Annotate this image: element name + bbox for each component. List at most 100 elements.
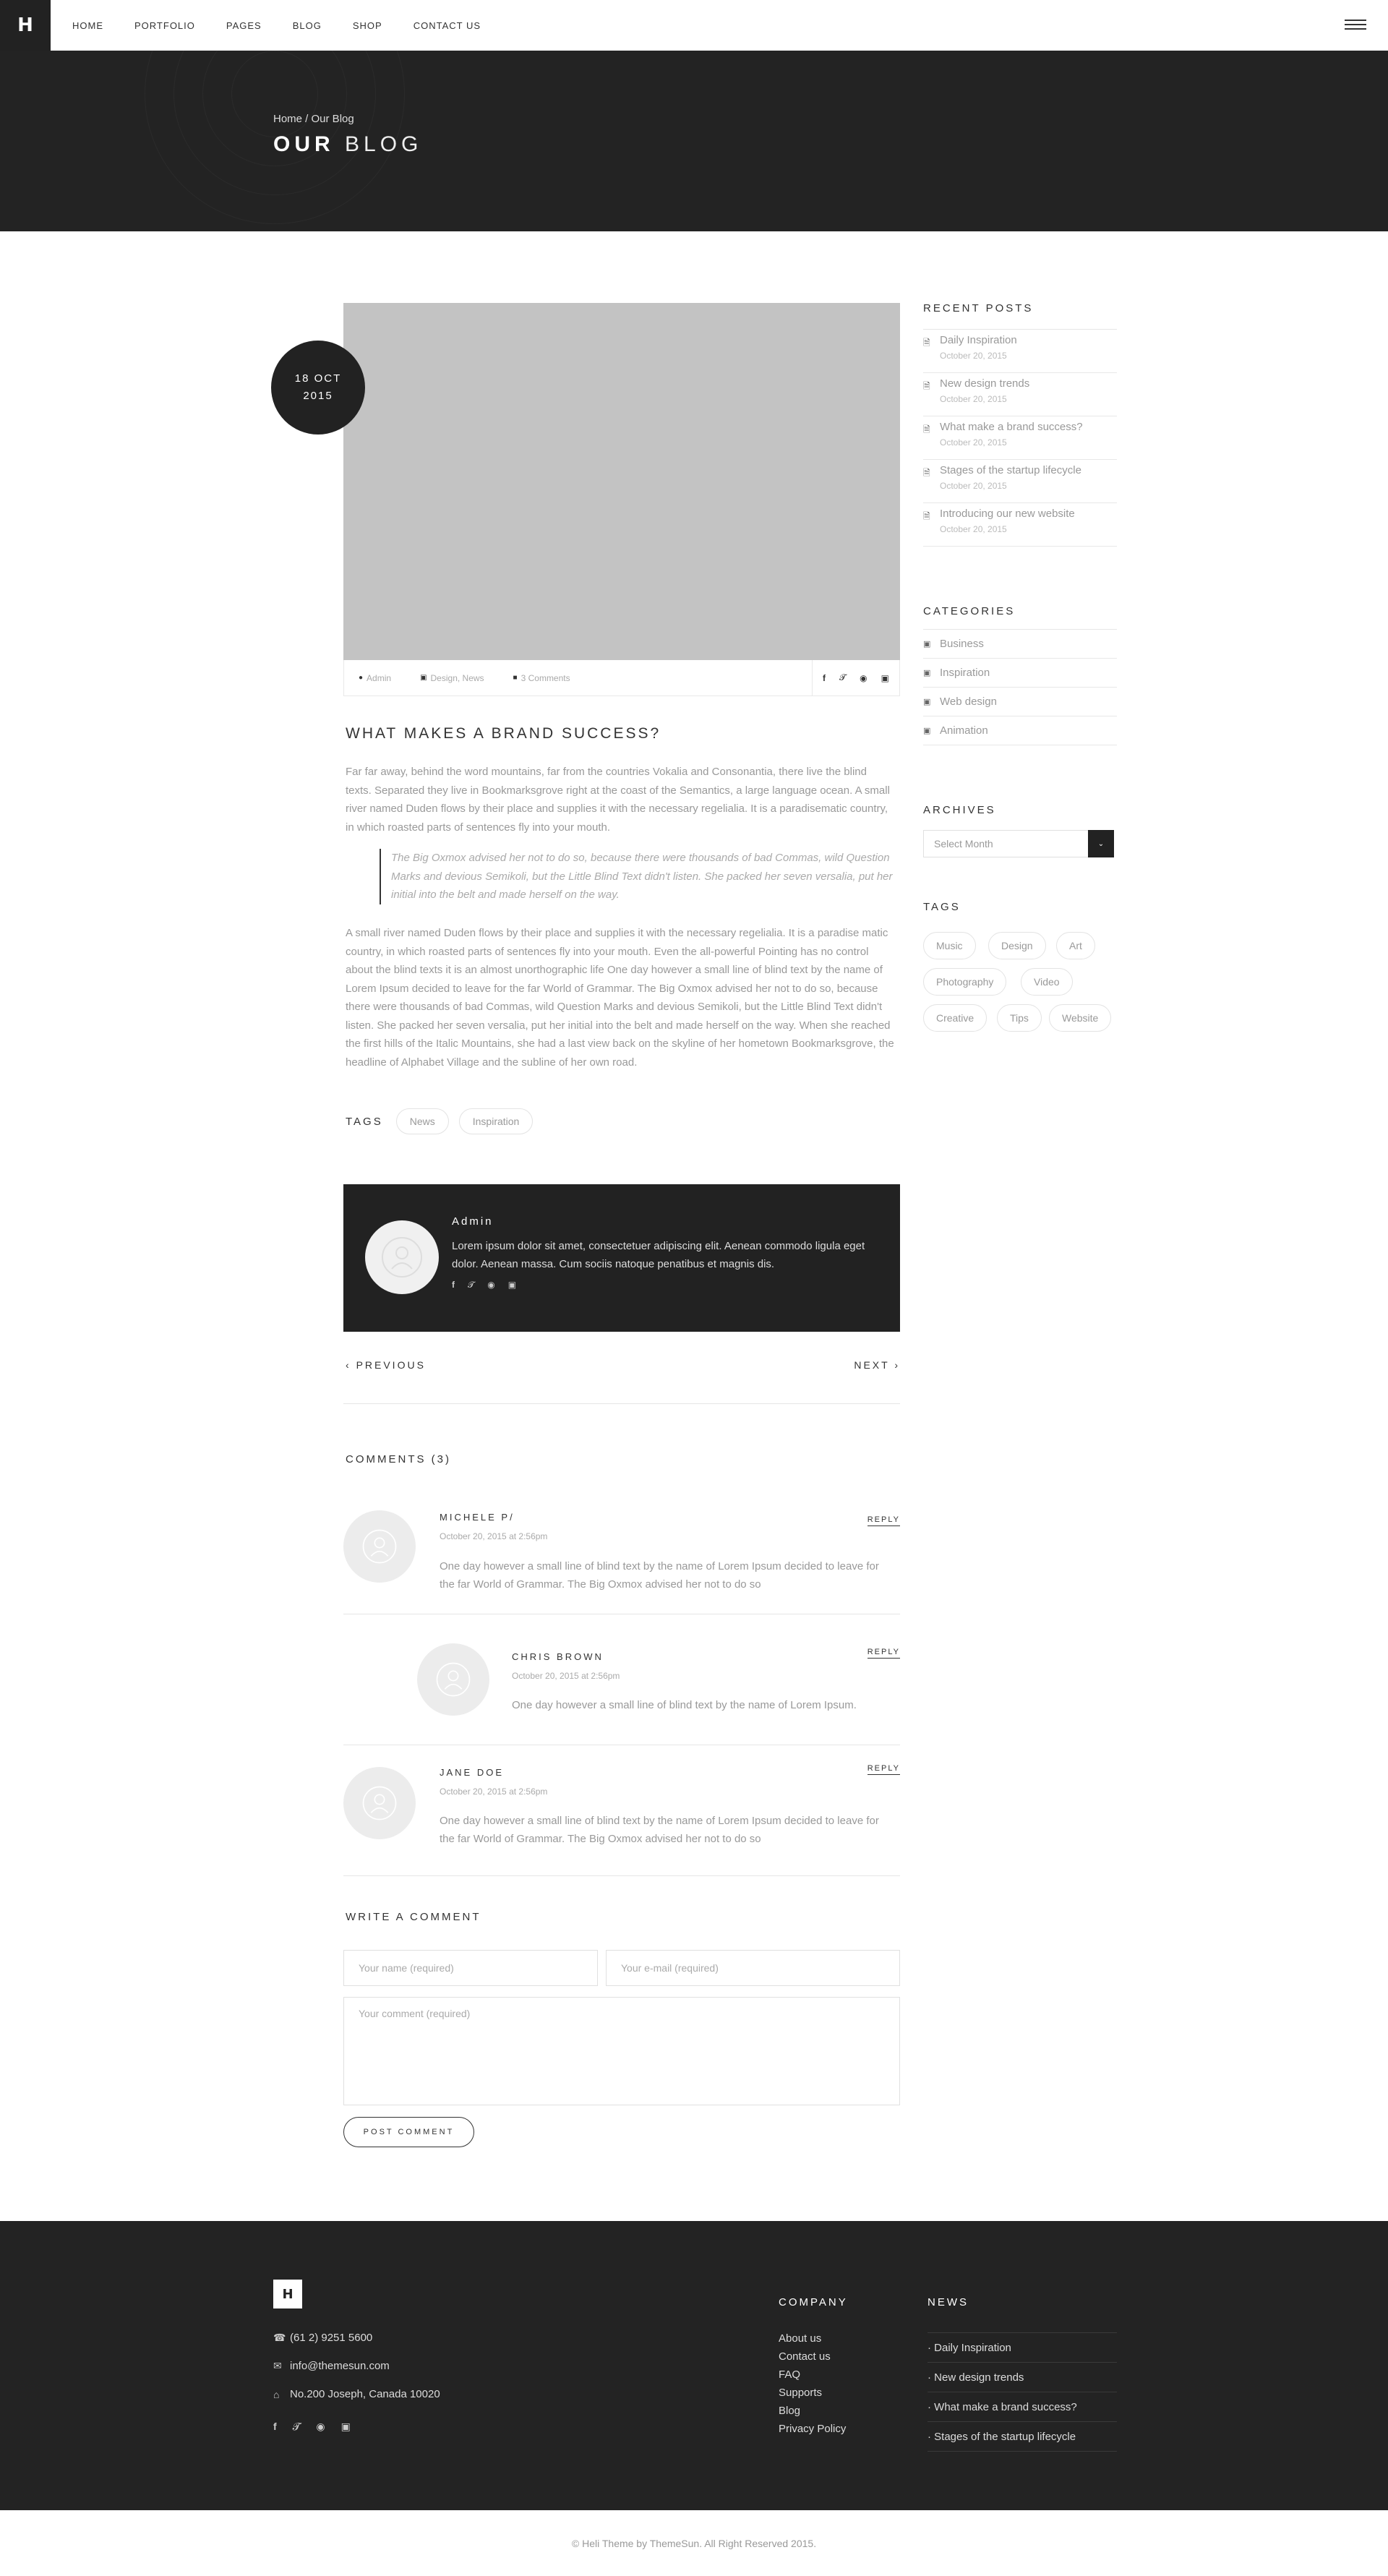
nav-portfolio[interactable]: PORTFOLIO: [134, 20, 195, 31]
folder-icon: ▣: [923, 727, 931, 735]
comment-text: One day however a small line of blind te…: [440, 1815, 879, 1845]
post-comments-count[interactable]: ■ 3 Comments: [513, 673, 570, 683]
tag-photography[interactable]: Photography: [923, 968, 1007, 996]
category-item[interactable]: ▣ Web design: [923, 688, 1117, 716]
post-date-badge: 18 OCT 2015: [271, 341, 365, 435]
author-social: f 𝓣 ◉ ▣: [452, 1280, 516, 1291]
tag-music[interactable]: Music: [923, 932, 976, 959]
user-placeholder-icon: [362, 1529, 397, 1564]
nav-blog[interactable]: BLOG: [293, 20, 322, 31]
document-icon: 🗎: [923, 424, 930, 435]
pinterest-icon[interactable]: ◉: [860, 673, 867, 683]
reply-button[interactable]: REPLY: [867, 1515, 900, 1526]
post-comment-button[interactable]: POST COMMENT: [343, 2117, 474, 2147]
tag-news[interactable]: News: [395, 1108, 449, 1134]
recent-post-item[interactable]: 🗎 Introducing our new website October 20,…: [923, 503, 1117, 547]
instagram-icon[interactable]: ▣: [881, 673, 889, 683]
archives-select[interactable]: Select Month ⌄: [923, 830, 1114, 857]
nav-shop[interactable]: SHOP: [353, 20, 382, 31]
comment-date: October 20, 2015 at 2:56pm: [440, 1531, 548, 1541]
category-item[interactable]: ▣ Inspiration: [923, 659, 1117, 688]
user-placeholder-icon: [362, 1786, 397, 1820]
chevron-right-icon: ›: [894, 1359, 900, 1371]
category-item[interactable]: ▣ Animation: [923, 716, 1117, 745]
author-name[interactable]: Admin: [452, 1215, 494, 1228]
nav-pages[interactable]: PAGES: [226, 20, 262, 31]
tag-video[interactable]: Video: [1021, 968, 1073, 996]
tag-inspiration[interactable]: Inspiration: [458, 1108, 534, 1134]
comment-date: October 20, 2015 at 2:56pm: [440, 1786, 548, 1797]
footer-news-item[interactable]: · Stages of the startup lifecycle: [928, 2422, 1117, 2452]
post-featured-image: [343, 303, 900, 660]
building-icon: ⌂: [273, 2388, 280, 2400]
post-meta-bar: ● Admin ▣ Design, News ■ 3 Comments f 𝓣 ◉ ▣: [343, 660, 900, 696]
tags-title: TAGS: [923, 901, 961, 913]
recent-post-item[interactable]: 🗎 Stages of the startup lifecycle October…: [923, 460, 1117, 503]
pinterest-icon[interactable]: ◉: [487, 1280, 494, 1291]
next-post-link[interactable]: NEXT ›: [854, 1359, 900, 1371]
post-tags: TAGS News Inspiration: [346, 1108, 534, 1134]
previous-post-link[interactable]: ‹ PREVIOUS: [346, 1359, 426, 1371]
footer-news-item[interactable]: · New design trends: [928, 2363, 1117, 2392]
tags-label: TAGS: [346, 1115, 383, 1128]
facebook-icon[interactable]: f: [823, 673, 826, 683]
page-title: OUR BLOG: [273, 132, 423, 156]
comment-textarea[interactable]: Your comment (required): [343, 1997, 900, 2105]
tag-design[interactable]: Design: [988, 932, 1046, 959]
post-categories[interactable]: ▣ Design, News: [420, 673, 484, 683]
twitter-icon[interactable]: 𝓣: [293, 2421, 301, 2433]
footer-phone: ☎ (61 2) 9251 5600: [273, 2332, 373, 2344]
categories-title: CATEGORIES: [923, 605, 1016, 617]
pinterest-icon[interactable]: ◉: [316, 2421, 325, 2433]
recent-post-item[interactable]: 🗎 What make a brand success? October 20, …: [923, 416, 1117, 460]
breadcrumb[interactable]: Home / Our Blog: [273, 113, 354, 125]
category-item[interactable]: ▣ Business: [923, 630, 1117, 659]
comment-author: JANE DOE: [440, 1767, 505, 1778]
tag-creative[interactable]: Creative: [923, 1004, 988, 1032]
name-field[interactable]: Your name (required): [343, 1950, 598, 1986]
footer-link-privacy[interactable]: Privacy Policy: [779, 2423, 846, 2435]
site-logo[interactable]: H: [0, 0, 51, 51]
user-placeholder-icon: [382, 1237, 422, 1278]
avatar: [365, 1220, 439, 1294]
footer-news-item[interactable]: · Daily Inspiration: [928, 2333, 1117, 2363]
page-hero: Home / Our Blog OUR BLOG: [0, 51, 1388, 231]
footer-link-faq[interactable]: FAQ: [779, 2369, 800, 2381]
nav-contact-us[interactable]: CONTACT US: [414, 20, 481, 31]
recent-post-item[interactable]: 🗎 Daily Inspiration October 20, 2015: [923, 330, 1117, 373]
post-title: WHAT MAKES A BRAND SUCCESS?: [346, 725, 661, 742]
avatar: [343, 1510, 416, 1583]
twitter-icon[interactable]: 𝓣: [839, 672, 846, 683]
recent-posts-title: RECENT POSTS: [923, 302, 1034, 314]
instagram-icon[interactable]: ▣: [341, 2421, 351, 2433]
email-field[interactable]: Your e-mail (required): [606, 1950, 900, 1986]
tag-art[interactable]: Art: [1056, 932, 1095, 959]
footer-address: ⌂ No.200 Joseph, Canada 10020: [273, 2388, 440, 2400]
reply-button[interactable]: REPLY: [867, 1648, 900, 1659]
footer-news-item[interactable]: · What make a brand success?: [928, 2392, 1117, 2422]
document-icon: 🗎: [923, 381, 930, 391]
tag-tips[interactable]: Tips: [997, 1004, 1042, 1032]
nav-home[interactable]: HOME: [72, 20, 103, 31]
twitter-icon[interactable]: 𝓣: [468, 1280, 474, 1291]
footer-link-supports[interactable]: Supports: [779, 2387, 822, 2399]
recent-post-item[interactable]: 🗎 New design trends October 20, 2015: [923, 373, 1117, 416]
facebook-icon[interactable]: f: [273, 2421, 277, 2433]
reply-button[interactable]: REPLY: [867, 1764, 900, 1775]
footer-link-contact[interactable]: Contact us: [779, 2350, 831, 2363]
post-author[interactable]: ● Admin: [359, 673, 391, 683]
comment-text: One day however a small line of blind te…: [512, 1699, 857, 1711]
divider: [343, 1875, 900, 1876]
user-icon: ●: [359, 674, 364, 682]
copyright: © Heli Theme by ThemeSun. All Right Rese…: [0, 2510, 1388, 2576]
tag-website[interactable]: Website: [1049, 1004, 1112, 1032]
chevron-left-icon: ‹: [346, 1359, 351, 1371]
menu-icon[interactable]: [1345, 20, 1366, 31]
folder-icon: ▣: [420, 674, 427, 682]
facebook-icon[interactable]: f: [452, 1280, 455, 1291]
instagram-icon[interactable]: ▣: [508, 1280, 516, 1291]
footer-link-about[interactable]: About us: [779, 2332, 821, 2345]
footer-email[interactable]: ✉ info@themesun.com: [273, 2360, 390, 2372]
footer-link-blog[interactable]: Blog: [779, 2405, 800, 2417]
footer-logo[interactable]: H: [273, 2280, 302, 2308]
